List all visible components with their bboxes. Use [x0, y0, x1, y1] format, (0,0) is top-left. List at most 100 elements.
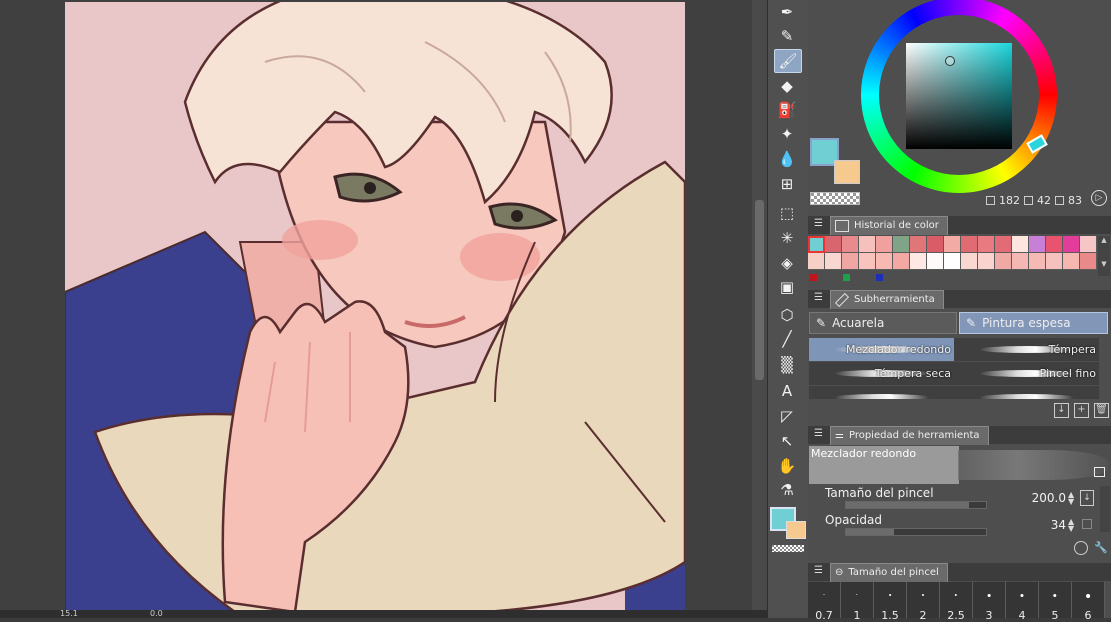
hand-tool-icon[interactable]: ✋	[774, 455, 800, 477]
color-mode-icon[interactable]: ▷	[1091, 190, 1107, 206]
tab-brush-size[interactable]: ⊖ Tamaño del pincel	[830, 563, 948, 582]
color-history-swatch[interactable]	[893, 253, 910, 270]
brush-item[interactable]: Témpera seca	[809, 362, 954, 385]
opacity-value[interactable]: 34	[1016, 518, 1066, 532]
color-history-swatch[interactable]	[825, 236, 842, 253]
color-history-swatch[interactable]	[995, 253, 1012, 270]
saturation-value-square[interactable]	[906, 43, 1012, 149]
color-history-swatch[interactable]	[1063, 253, 1080, 270]
color-history-swatch[interactable]	[842, 253, 859, 270]
airbrush-tool-icon[interactable]: ⛽	[774, 99, 800, 121]
color-history-swatch[interactable]	[825, 253, 842, 270]
color-history-swatch[interactable]	[808, 253, 825, 270]
opacity-link-icon[interactable]	[1082, 519, 1092, 529]
eraser-tool-icon[interactable]: ◆	[774, 75, 800, 97]
operation-tool-icon[interactable]: ↖	[774, 430, 800, 452]
brush-tool-icon[interactable]: 🖌	[774, 49, 802, 73]
color-history-swatch[interactable]	[961, 253, 978, 270]
tool-property-scrollbar[interactable]	[1100, 486, 1110, 532]
brush-size-preset[interactable]: 2.5	[940, 582, 973, 622]
sv-cursor[interactable]	[945, 56, 955, 66]
fill-tool-icon[interactable]: ◈	[774, 252, 800, 274]
figure-tool-icon[interactable]: ⊞	[774, 173, 800, 195]
color-history-swatch[interactable]	[1080, 253, 1097, 270]
brush-size-preset[interactable]: 0.7	[808, 582, 841, 622]
color-history-swatch[interactable]	[876, 253, 893, 270]
hue-value[interactable]: 182	[999, 194, 1020, 207]
subtool-group-acuarela[interactable]: ✎ Acuarela	[809, 312, 957, 334]
color-history-swatch[interactable]	[910, 253, 927, 270]
color-history-swatch[interactable]	[927, 236, 944, 253]
line-tool-icon[interactable]: ╱	[774, 328, 800, 350]
zoom-value[interactable]: 15.1	[60, 609, 78, 618]
basic-color-swatch[interactable]	[810, 274, 817, 281]
color-history-swatch[interactable]	[1012, 253, 1029, 270]
basic-color-swatch[interactable]	[843, 274, 850, 281]
color-history-swatch[interactable]	[1063, 236, 1080, 253]
brush-size-preset[interactable]: 1	[841, 582, 874, 622]
brush-size-preset[interactable]: 4	[1006, 582, 1039, 622]
pressure-settings-icon[interactable]: ↓	[1080, 490, 1094, 506]
pen-tool-icon[interactable]: ✒	[774, 1, 800, 23]
saturation-value[interactable]: 42	[1037, 194, 1051, 207]
canvas-area[interactable]: 15.1 0.0	[0, 0, 767, 618]
color-history-swatch[interactable]	[859, 236, 876, 253]
subtool-group-pintura-espesa[interactable]: ✎ Pintura espesa	[959, 312, 1108, 334]
artwork-canvas[interactable]	[65, 2, 685, 612]
rotation-value[interactable]: 0.0	[150, 609, 163, 618]
duplicate-icon[interactable]: +	[1074, 403, 1089, 418]
brightness-value[interactable]: 83	[1068, 194, 1082, 207]
brush-item[interactable]: Témpera	[954, 338, 1099, 361]
selection-tool-icon[interactable]: ⬚	[774, 202, 800, 224]
brush-size-preset[interactable]: 6	[1072, 582, 1105, 622]
color-history-swatch[interactable]	[859, 253, 876, 270]
brush-item[interactable]	[809, 386, 954, 399]
frame-tool-icon[interactable]: ▒	[774, 354, 800, 376]
panel-menu-icon[interactable]: ☰	[814, 218, 823, 229]
panel-menu-icon[interactable]: ☰	[814, 428, 823, 439]
color-history-swatch[interactable]	[944, 236, 961, 253]
color-history-swatch[interactable]	[808, 236, 825, 253]
decoration-tool-icon[interactable]: ✦	[774, 123, 800, 145]
color-history-scrollbar[interactable]: ▲ ▼	[1098, 236, 1110, 276]
tab-tool-property[interactable]: ⚌ Propiedad de herramienta	[830, 426, 989, 445]
color-history-swatch[interactable]	[1046, 236, 1063, 253]
color-history-swatch[interactable]	[910, 236, 927, 253]
blend-tool-icon[interactable]: 💧	[774, 148, 800, 170]
color-history-swatch[interactable]	[842, 236, 859, 253]
color-history-swatch[interactable]	[978, 236, 995, 253]
color-history-swatch[interactable]	[876, 236, 893, 253]
brush-size-preset[interactable]: 5	[1039, 582, 1072, 622]
auto-select-tool-icon[interactable]: ✳	[774, 227, 800, 249]
brush-item[interactable]: Pincel fino	[954, 362, 1099, 385]
panel-menu-icon[interactable]: ☰	[814, 292, 823, 303]
brush-item[interactable]	[954, 386, 1099, 399]
brush-size-preset[interactable]: 2	[907, 582, 940, 622]
panel-menu-icon[interactable]: ☰	[814, 565, 823, 576]
tab-color-history[interactable]: Historial de color	[830, 216, 948, 235]
color-history-swatch[interactable]	[1029, 253, 1046, 270]
canvas-vertical-scrollbar[interactable]	[752, 0, 767, 612]
lock-icon[interactable]	[1094, 467, 1105, 477]
color-history-swatch[interactable]	[893, 236, 910, 253]
color-history-swatch[interactable]	[978, 253, 995, 270]
wrench-icon[interactable]: 🔧	[1094, 541, 1108, 554]
transparent-color-swatch[interactable]	[810, 192, 860, 205]
sub-color-swatch[interactable]	[834, 160, 860, 184]
brush-size-value[interactable]: 200.0	[1016, 491, 1066, 505]
toolbar-transparent-swatch[interactable]	[772, 545, 804, 552]
gradient-tool-icon[interactable]: ▣	[774, 276, 800, 298]
color-history-swatch[interactable]	[1080, 236, 1097, 253]
toolbar-sub-color-swatch[interactable]	[786, 521, 806, 539]
tab-subtool[interactable]: Subherramienta	[830, 290, 944, 309]
3d-object-tool-icon[interactable]: ⬡	[774, 304, 800, 326]
brush-size-preset[interactable]: 1.5	[874, 582, 907, 622]
eyedropper-tool-icon[interactable]: ⚗	[774, 479, 800, 501]
balloon-tool-icon[interactable]: ◸	[774, 405, 800, 427]
color-history-swatch[interactable]	[944, 253, 961, 270]
color-history-swatch[interactable]	[961, 236, 978, 253]
brush-size-slider[interactable]	[845, 501, 987, 509]
basic-color-swatch[interactable]	[876, 274, 883, 281]
opacity-spinner[interactable]: ▲ ▼	[1068, 518, 1074, 533]
color-history-swatch[interactable]	[927, 253, 944, 270]
